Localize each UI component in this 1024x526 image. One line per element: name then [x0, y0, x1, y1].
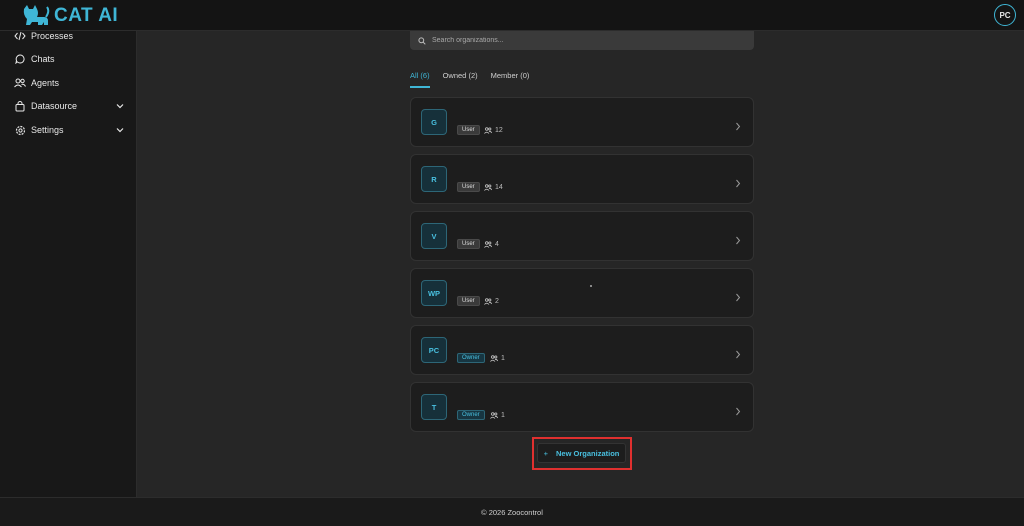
sidebar-item-datasource[interactable]: Datasource	[14, 98, 126, 114]
chevron-right-icon	[735, 289, 741, 307]
sidebar-item-label: Agents	[31, 78, 60, 88]
org-initials: WP	[421, 280, 447, 306]
sidebar-item-chats[interactable]: Chats	[14, 51, 126, 67]
sidebar-item-label: Datasource	[31, 101, 78, 111]
cursor-dot	[590, 285, 592, 287]
member-count: 2	[484, 296, 499, 306]
new-organization-button[interactable]: + New Organization	[537, 443, 626, 463]
sidebar-item-agents[interactable]: Agents	[14, 75, 126, 91]
sidebar-item-label: Chats	[31, 54, 55, 64]
brand-name: CAT AI	[54, 5, 119, 26]
footer: © 2026 Zoocontrol	[0, 497, 1024, 526]
org-card[interactable]: R User 14	[410, 154, 754, 204]
member-count-value: 2	[495, 297, 499, 305]
chevron-right-icon	[735, 175, 741, 193]
org-initials: R	[421, 166, 447, 192]
sidebar-item-settings[interactable]: Settings	[14, 122, 126, 138]
sidebar-item-processes[interactable]: Processes	[14, 28, 126, 44]
role-badge: User	[457, 296, 480, 306]
member-count: 4	[484, 239, 499, 249]
sidebar: Processes Chats Agents Datasource Settin…	[0, 31, 137, 497]
top-bar: CAT AI PC	[0, 0, 1024, 31]
new-organization-label: New Organization	[556, 448, 620, 458]
tab-member[interactable]: Member (0)	[491, 69, 530, 89]
org-card[interactable]: WP User 2	[410, 268, 754, 318]
search-bar[interactable]	[410, 31, 754, 50]
org-initials: T	[421, 394, 447, 420]
member-count-value: 12	[495, 126, 503, 134]
role-badge: User	[457, 182, 480, 192]
org-card[interactable]: PC Owner 1	[410, 325, 754, 375]
tab-all[interactable]: All (6)	[410, 69, 430, 89]
org-card[interactable]: T Owner 1	[410, 382, 754, 432]
users-icon	[14, 77, 26, 89]
chevron-right-icon	[735, 232, 741, 250]
chevron-right-icon	[735, 118, 741, 136]
chat-bubble-icon	[14, 53, 26, 65]
search-input[interactable]	[432, 37, 732, 44]
sidebar-item-label: Processes	[31, 31, 74, 41]
member-count: 1	[490, 410, 505, 420]
chevron-down-icon[interactable]	[116, 101, 124, 111]
member-count-value: 4	[495, 240, 499, 248]
org-card[interactable]: V User 4	[410, 211, 754, 261]
users-icon	[484, 240, 492, 248]
search-icon	[418, 32, 426, 50]
role-badge: Owner	[457, 353, 485, 363]
logo[interactable]: CAT AI	[22, 4, 118, 28]
member-count-value: 1	[501, 411, 505, 419]
role-badge: User	[457, 125, 480, 135]
sidebar-item-label: Settings	[31, 125, 64, 135]
users-icon	[484, 183, 492, 191]
org-initials: G	[421, 109, 447, 135]
org-tabs: All (6) Owned (2) Member (0)	[410, 69, 542, 89]
member-count: 12	[484, 125, 503, 135]
member-count: 14	[484, 182, 503, 192]
chevron-down-icon[interactable]	[116, 125, 124, 135]
role-badge: User	[457, 239, 480, 249]
users-icon	[490, 411, 498, 419]
tab-owned[interactable]: Owned (2)	[443, 69, 478, 89]
code-icon	[14, 30, 26, 42]
member-count: 1	[490, 353, 505, 363]
org-card[interactable]: G User 12	[410, 97, 754, 147]
cat-icon	[23, 5, 50, 25]
chevron-right-icon	[735, 403, 741, 421]
main-content: All (6) Owned (2) Member (0) G User 12 R…	[137, 31, 1024, 497]
users-icon	[490, 354, 498, 362]
plus-icon: +	[543, 448, 549, 458]
role-badge: Owner	[457, 410, 485, 420]
member-count-value: 14	[495, 183, 503, 191]
chevron-right-icon	[735, 346, 741, 364]
user-avatar[interactable]: PC	[994, 4, 1016, 26]
org-initials: V	[421, 223, 447, 249]
shopping-bag-icon	[14, 100, 26, 112]
users-icon	[484, 297, 492, 305]
org-initials: PC	[421, 337, 447, 363]
highlight-box: + New Organization	[532, 437, 632, 470]
users-icon	[484, 126, 492, 134]
member-count-value: 1	[501, 354, 505, 362]
footer-text: © 2026 Zoocontrol	[481, 507, 543, 517]
gear-icon	[14, 124, 26, 136]
